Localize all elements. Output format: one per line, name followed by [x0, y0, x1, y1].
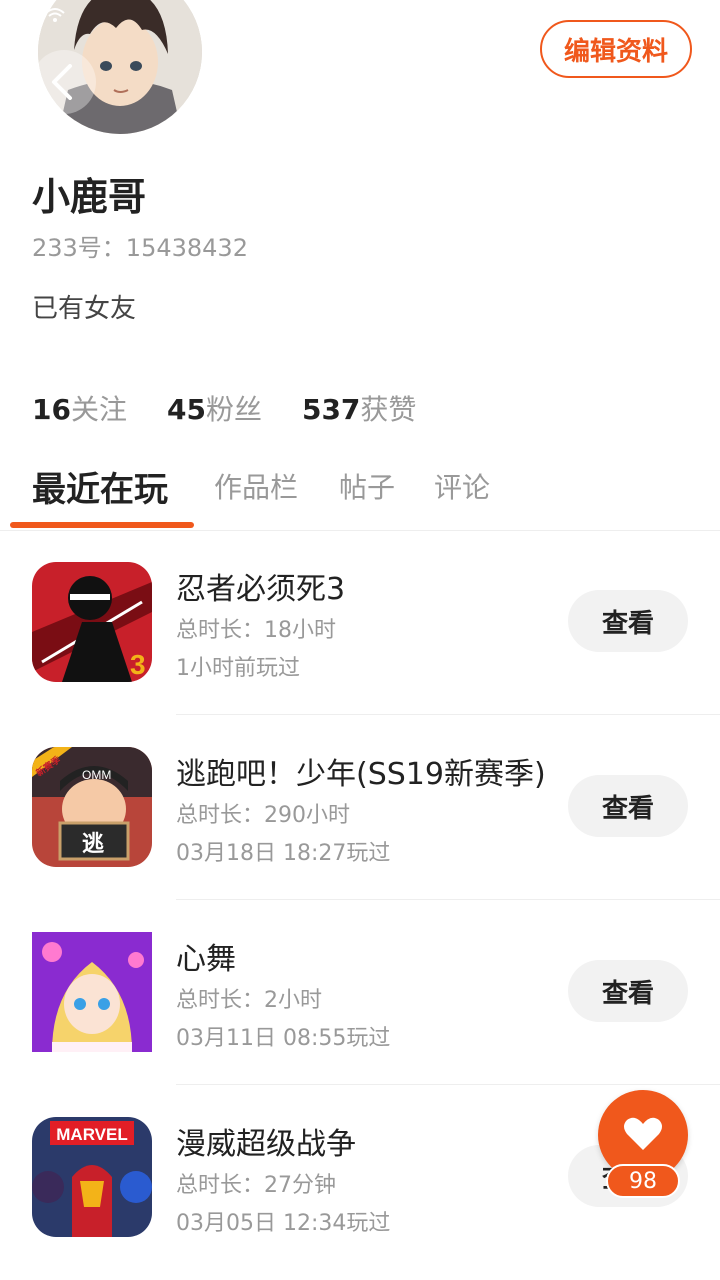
stat-following[interactable]: 16 关注: [32, 388, 127, 428]
edit-profile-button[interactable]: 编辑资料: [540, 20, 692, 78]
stat-followers[interactable]: 45 粉丝: [167, 388, 262, 428]
profile-tabs: 最近在玩 作品栏 帖子 评论: [0, 460, 720, 531]
game-row[interactable]: 3 忍者必须死3 总时长：18小时 1小时前玩过 查看: [0, 530, 720, 715]
game-last-played: 03月18日 18:27玩过: [176, 841, 391, 866]
view-button[interactable]: 查看: [568, 590, 688, 652]
stat-likes[interactable]: 537 获赞: [302, 388, 416, 428]
stat-followers-label: 粉丝: [205, 393, 262, 426]
game-icon-heart-dance: [32, 932, 152, 1052]
game-duration: 总时长：18小时: [176, 618, 336, 643]
game-last-played: 03月11日 08:55玩过: [176, 1026, 391, 1051]
back-button[interactable]: [32, 50, 96, 114]
heart-icon: [624, 1117, 662, 1150]
tab-works[interactable]: 作品栏: [214, 466, 298, 506]
game-icon-ninja: 3: [32, 562, 152, 682]
game-duration: 总时长：290小时: [176, 803, 350, 828]
wifi-icon: [45, 8, 65, 22]
profile-stats: 16 关注 45 粉丝 537 获赞: [32, 388, 416, 428]
stat-likes-count: 537: [301, 393, 361, 426]
profile-name: 小鹿哥: [32, 175, 147, 219]
tab-posts[interactable]: 帖子: [339, 466, 395, 506]
escape-cap-text: OMM: [82, 768, 111, 782]
tab-comments[interactable]: 评论: [434, 466, 490, 506]
stat-followers-count: 45: [166, 393, 206, 426]
active-tab-indicator: [10, 522, 194, 528]
game-icon-marvel: MARVEL: [32, 1117, 152, 1237]
tab-recently-played[interactable]: 最近在玩: [32, 462, 168, 511]
view-button[interactable]: 查看: [568, 960, 688, 1022]
game-title: 逃跑吧！少年(SS19新赛季): [176, 757, 546, 792]
like-count-badge: 98: [606, 1164, 680, 1198]
chevron-left-icon: [52, 64, 72, 100]
escape-sign-text: 逃: [82, 831, 105, 856]
view-button[interactable]: 查看: [568, 775, 688, 837]
game-duration: 总时长：2小时: [176, 988, 322, 1013]
game-duration: 总时长：27分钟: [176, 1173, 336, 1198]
profile-id: 233号：15438432: [32, 234, 248, 262]
game-icon-escape: OMM 逃 新赛季: [32, 747, 152, 867]
game-title: 心舞: [176, 942, 236, 977]
profile-bio: 已有女友: [32, 294, 137, 324]
stat-following-count: 16: [32, 393, 71, 426]
stat-likes-label: 获赞: [360, 393, 417, 426]
game-title: 忍者必须死3: [176, 572, 346, 607]
game-row[interactable]: OMM 逃 新赛季 逃跑吧！少年(SS19新赛季) 总时长：290小时 03月1…: [0, 715, 720, 900]
stat-following-label: 关注: [70, 393, 127, 426]
game-last-played: 03月05日 12:34玩过: [176, 1211, 391, 1236]
game-title: 漫威超级战争: [176, 1127, 356, 1162]
game-last-played: 1小时前玩过: [176, 656, 300, 681]
game-row[interactable]: 心舞 总时长：2小时 03月11日 08:55玩过 查看: [0, 900, 720, 1085]
ninja-badge-text: 3: [130, 649, 146, 680]
marvel-logo-text: MARVEL: [56, 1125, 127, 1144]
